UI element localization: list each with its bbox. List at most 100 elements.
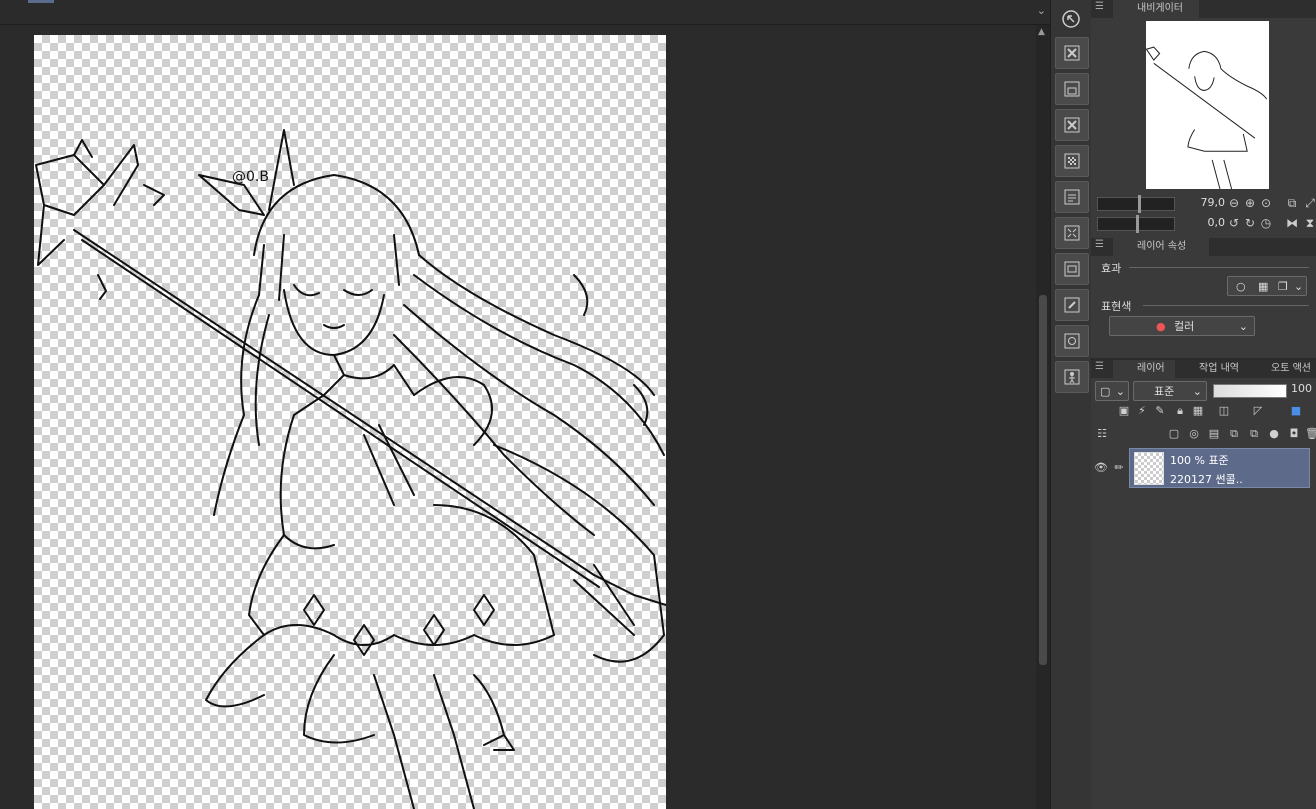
tab-layer-search[interactable] [1209,238,1239,256]
layer-blend-info: 100 % 표준 [1170,454,1229,467]
new-vector-layer-icon[interactable]: ◎ [1187,427,1201,441]
layer-panel: ☰ 레이어 작업 내역 오토 액션 ▢ ⌄ 표준 ⌄ 100 ▣ ⚡ ✎ 🔒︎ … [1091,360,1316,809]
chevron-down-icon[interactable]: ⌄ [1294,277,1303,297]
zoom-row: 79,0 ⊖ ⊕ ⊙ ⧉ ⤢ [1091,194,1316,213]
zoom-slider-knob[interactable] [1138,195,1141,213]
lock-icon[interactable]: 🔒︎ [1173,404,1187,418]
tab-navigator[interactable]: 내비게이터 [1113,0,1199,18]
reset-rotation-icon[interactable]: ◷ [1259,216,1273,230]
tab-layer-property[interactable]: 레이어 속성 [1113,238,1209,256]
clip-icon[interactable]: ▣ [1117,404,1131,418]
flip-horizontal-icon[interactable]: ⧓ [1285,216,1299,230]
navigator-tabbar: ☰ 내비게이터 [1091,0,1316,18]
lock-transparency-icon[interactable]: ▦ [1191,404,1205,418]
expression-color-select[interactable]: ● 컬러 ⌄ [1109,316,1255,336]
chevron-down-icon[interactable]: ⌄ [1239,317,1248,337]
eye-icon[interactable]: 👁︎ [1094,461,1108,475]
save-icon[interactable] [1055,73,1089,105]
document-tab-indicator[interactable] [28,0,54,3]
rotate-row: 0,0 ↺ ↻ ◷ ⧓ ⧗ [1091,214,1316,233]
opacity-slider[interactable] [1213,384,1287,398]
tab-auto-action[interactable]: 오토 액션 [1247,360,1316,378]
flip-vertical-icon[interactable]: ⧗ [1303,216,1316,230]
edit-icon[interactable] [1055,289,1089,321]
doc-icon[interactable] [1055,181,1089,213]
layer-item[interactable]: 100 % 표준 220127 썬콜.. [1129,448,1310,488]
top-strip: ⌄ [0,0,1050,25]
delete-icon[interactable] [1055,37,1089,69]
menu-icon[interactable]: ☰ [1095,1,1104,12]
effect-label: 효과 [1101,262,1122,275]
artwork-canvas[interactable]: @0.B [34,35,666,809]
svg-text:@0.B: @0.B [232,169,269,185]
vertical-scrollbar[interactable]: ▲ [1036,25,1050,809]
apply-mask-icon[interactable]: ◘ [1287,427,1301,441]
reference-icon[interactable]: ⚡ [1135,404,1149,418]
tab-layer[interactable]: 레이어 [1113,360,1175,378]
line-art-drawing: @0.B [35,129,666,809]
zoom-slider[interactable] [1097,195,1175,213]
mask-icon[interactable] [1055,325,1089,357]
pen-icon[interactable]: ✏︎ [1112,461,1126,475]
transparent-icon[interactable] [1055,145,1089,177]
create-mask-icon[interactable]: ● [1267,427,1281,441]
tab-preview[interactable] [1229,0,1259,18]
opacity-value: 100 [1291,382,1312,395]
chevron-down-icon[interactable]: ⌄ [1193,382,1202,402]
tab-info[interactable] [1259,0,1289,18]
frame-icon[interactable] [1055,253,1089,285]
draft-icon[interactable]: ✎ [1153,404,1167,418]
blend-mode-value: 표준 [1154,385,1175,398]
mask-display-icon[interactable]: ◫ [1217,404,1231,418]
layer-property-panel: ☰ 레이어 속성 효과 ○ ▦ ❐ ⌄ 표현색 ● 컬러 ⌄ [1091,238,1316,358]
merge-down-icon[interactable]: ⧉ [1247,427,1261,441]
delete-layer-icon[interactable]: 🗑︎ [1305,427,1316,441]
clear-icon[interactable] [1055,109,1089,141]
layer-type-select[interactable]: ▢ ⌄ [1095,381,1129,401]
canvas-workarea[interactable]: @0.B [0,25,1036,809]
tone-effect-icon[interactable]: ▦ [1258,277,1268,297]
rotate-right-icon[interactable]: ↻ [1243,216,1257,230]
command-toolbar [1050,0,1092,809]
layer-color-icon[interactable]: ❐ [1278,277,1288,297]
fit-icon[interactable] [1055,217,1089,249]
expand-icon[interactable]: ⤢ [1303,196,1316,210]
rotate-left-icon[interactable]: ↺ [1227,216,1241,230]
tab-auto-action-label: 오토 액션 [1271,363,1311,374]
tab-sub-view[interactable] [1199,0,1229,18]
border-effect-icon[interactable]: ○ [1236,277,1246,297]
fit-window-icon[interactable]: ⧉ [1285,196,1299,210]
rotate-slider-knob[interactable] [1136,215,1139,233]
person-icon[interactable] [1055,361,1089,393]
layer-list: 👁︎ ✏︎ 100 % 표준 220127 썬콜.. [1091,448,1316,488]
zoom-out-icon[interactable]: ⊖ [1227,196,1241,210]
layer-color-icon[interactable]: ■ [1289,404,1303,418]
chevron-down-icon[interactable]: ⌄ [1037,4,1046,17]
blend-mode-select[interactable]: 표준 ⌄ [1133,381,1207,401]
layer-tabbar: ☰ 레이어 작업 내역 오토 액션 [1091,360,1316,378]
layer-property-tabbar: ☰ 레이어 속성 [1091,238,1316,256]
rotate-slider[interactable] [1097,215,1175,233]
scrollbar-thumb[interactable] [1039,295,1047,665]
cursor-icon[interactable] [1055,4,1087,34]
effect-buttons[interactable]: ○ ▦ ❐ ⌄ [1227,276,1307,296]
scroll-up-arrow-icon[interactable]: ▲ [1038,27,1045,37]
navigator-preview[interactable] [1146,21,1269,189]
new-raster-layer-icon[interactable]: ▢ [1167,427,1181,441]
ruler-display-icon[interactable]: ◸ [1251,404,1265,418]
stop-icon[interactable]: ⊙ [1259,196,1273,210]
zoom-value: 79,0 [1200,196,1226,209]
menu-icon[interactable]: ☰ [1095,239,1104,250]
copy-layer-icon[interactable]: ⧉ [1227,427,1241,441]
tab-layer-property-label: 레이어 속성 [1137,241,1187,252]
tab-history[interactable]: 작업 내역 [1175,360,1247,378]
layer-list-icon[interactable]: ☷ [1095,427,1109,441]
rotate-value: 0,0 [1207,216,1226,229]
chevron-down-icon[interactable]: ⌄ [1116,382,1125,402]
zoom-in-icon[interactable]: ⊕ [1243,196,1257,210]
expression-color-label: 표현색 [1101,300,1132,313]
menu-icon[interactable]: ☰ [1095,361,1104,372]
tab-history-label: 작업 내역 [1199,363,1239,374]
tab-tool-property[interactable] [1239,238,1269,256]
new-folder-icon[interactable]: ▤ [1207,427,1221,441]
